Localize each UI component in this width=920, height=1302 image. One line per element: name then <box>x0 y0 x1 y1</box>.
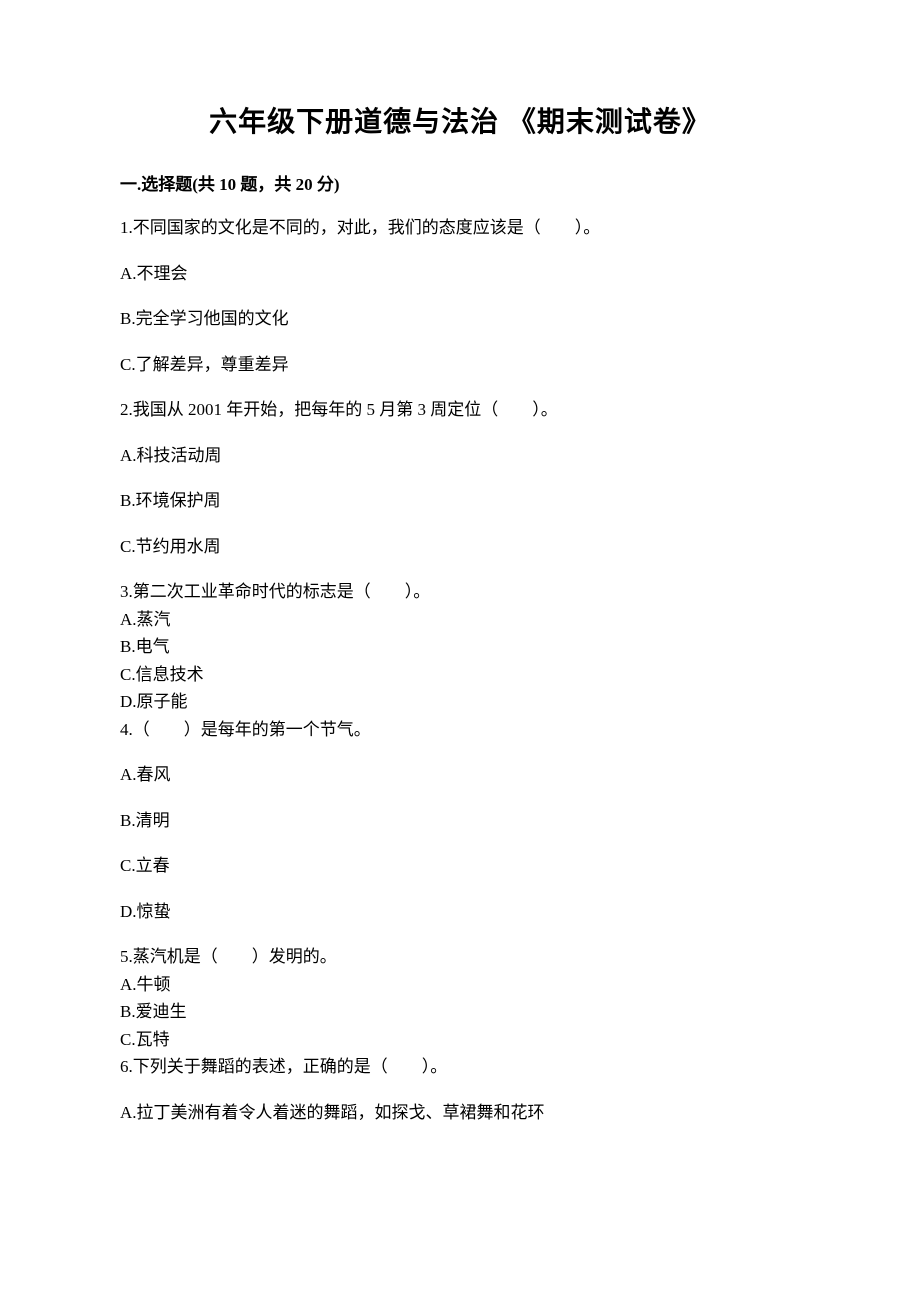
option-3b: B.电气 <box>120 634 800 660</box>
option-4b: B.清明 <box>120 808 800 834</box>
question-3: 3.第二次工业革命时代的标志是（ ）。 <box>120 579 800 605</box>
question-4: 4.（ ）是每年的第一个节气。 <box>120 717 800 743</box>
question-1: 1.不同国家的文化是不同的，对此，我们的态度应该是（ ）。 <box>120 215 800 241</box>
option-1a: A.不理会 <box>120 261 800 287</box>
question-5: 5.蒸汽机是（ ）发明的。 <box>120 944 800 970</box>
option-6a: A.拉丁美洲有着令人着迷的舞蹈，如探戈、草裙舞和花环 <box>120 1100 800 1126</box>
section-header-1: 一.选择题(共 10 题，共 20 分) <box>120 170 800 195</box>
option-4a: A.春风 <box>120 762 800 788</box>
option-1c: C.了解差异，尊重差异 <box>120 352 800 378</box>
option-1b: B.完全学习他国的文化 <box>120 306 800 332</box>
option-3c: C.信息技术 <box>120 662 800 688</box>
option-2b: B.环境保护周 <box>120 488 800 514</box>
option-4d: D.惊蛰 <box>120 899 800 925</box>
question-2: 2.我国从 2001 年开始，把每年的 5 月第 3 周定位（ ）。 <box>120 397 800 423</box>
exam-title: 六年级下册道德与法治 《期末测试卷》 <box>120 100 800 140</box>
option-5a: A.牛顿 <box>120 972 800 998</box>
exam-page: 六年级下册道德与法治 《期末测试卷》 一.选择题(共 10 题，共 20 分) … <box>0 0 920 1205</box>
option-2c: C.节约用水周 <box>120 534 800 560</box>
option-4c: C.立春 <box>120 853 800 879</box>
option-5b: B.爱迪生 <box>120 999 800 1025</box>
option-5c: C.瓦特 <box>120 1027 800 1053</box>
option-2a: A.科技活动周 <box>120 443 800 469</box>
option-3a: A.蒸汽 <box>120 607 800 633</box>
option-3d: D.原子能 <box>120 689 800 715</box>
question-6: 6.下列关于舞蹈的表述，正确的是（ ）。 <box>120 1054 800 1080</box>
